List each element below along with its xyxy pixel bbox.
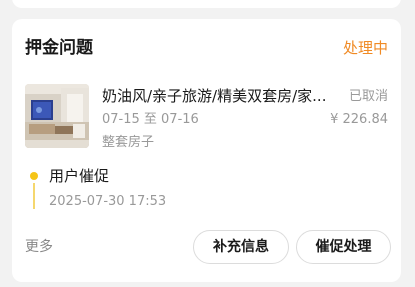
urge-processing-button[interactable]: 催促处理 [296,230,391,264]
room-photo-icon [25,84,89,148]
timeline-event-time: 2025-07-30 17:53 [49,194,167,209]
room-thumbnail[interactable] [25,84,89,148]
order-dates: 07-15 至 07-16 [102,112,199,127]
deposit-issue-card[interactable]: 押金问题 处理中 奶油风/亲子旅游/精美双套房/家... 已取消 07-15 至… [12,19,401,282]
order-title[interactable]: 奶油风/亲子旅游/精美双套房/家... [102,85,340,107]
more-button[interactable]: 更多 [25,237,53,257]
timeline-line [33,183,35,209]
status-badge: 处理中 [342,39,388,57]
timeline-dot-icon [30,172,38,180]
card-title: 押金问题 [25,38,93,58]
room-type: 整套房子 [102,135,155,150]
timeline-event-title: 用户催促 [49,167,110,185]
supplement-info-button[interactable]: 补充信息 [193,230,289,264]
previous-card [12,0,401,8]
order-status: 已取消 [348,89,388,104]
order-price: ¥ 226.84 [330,112,388,127]
